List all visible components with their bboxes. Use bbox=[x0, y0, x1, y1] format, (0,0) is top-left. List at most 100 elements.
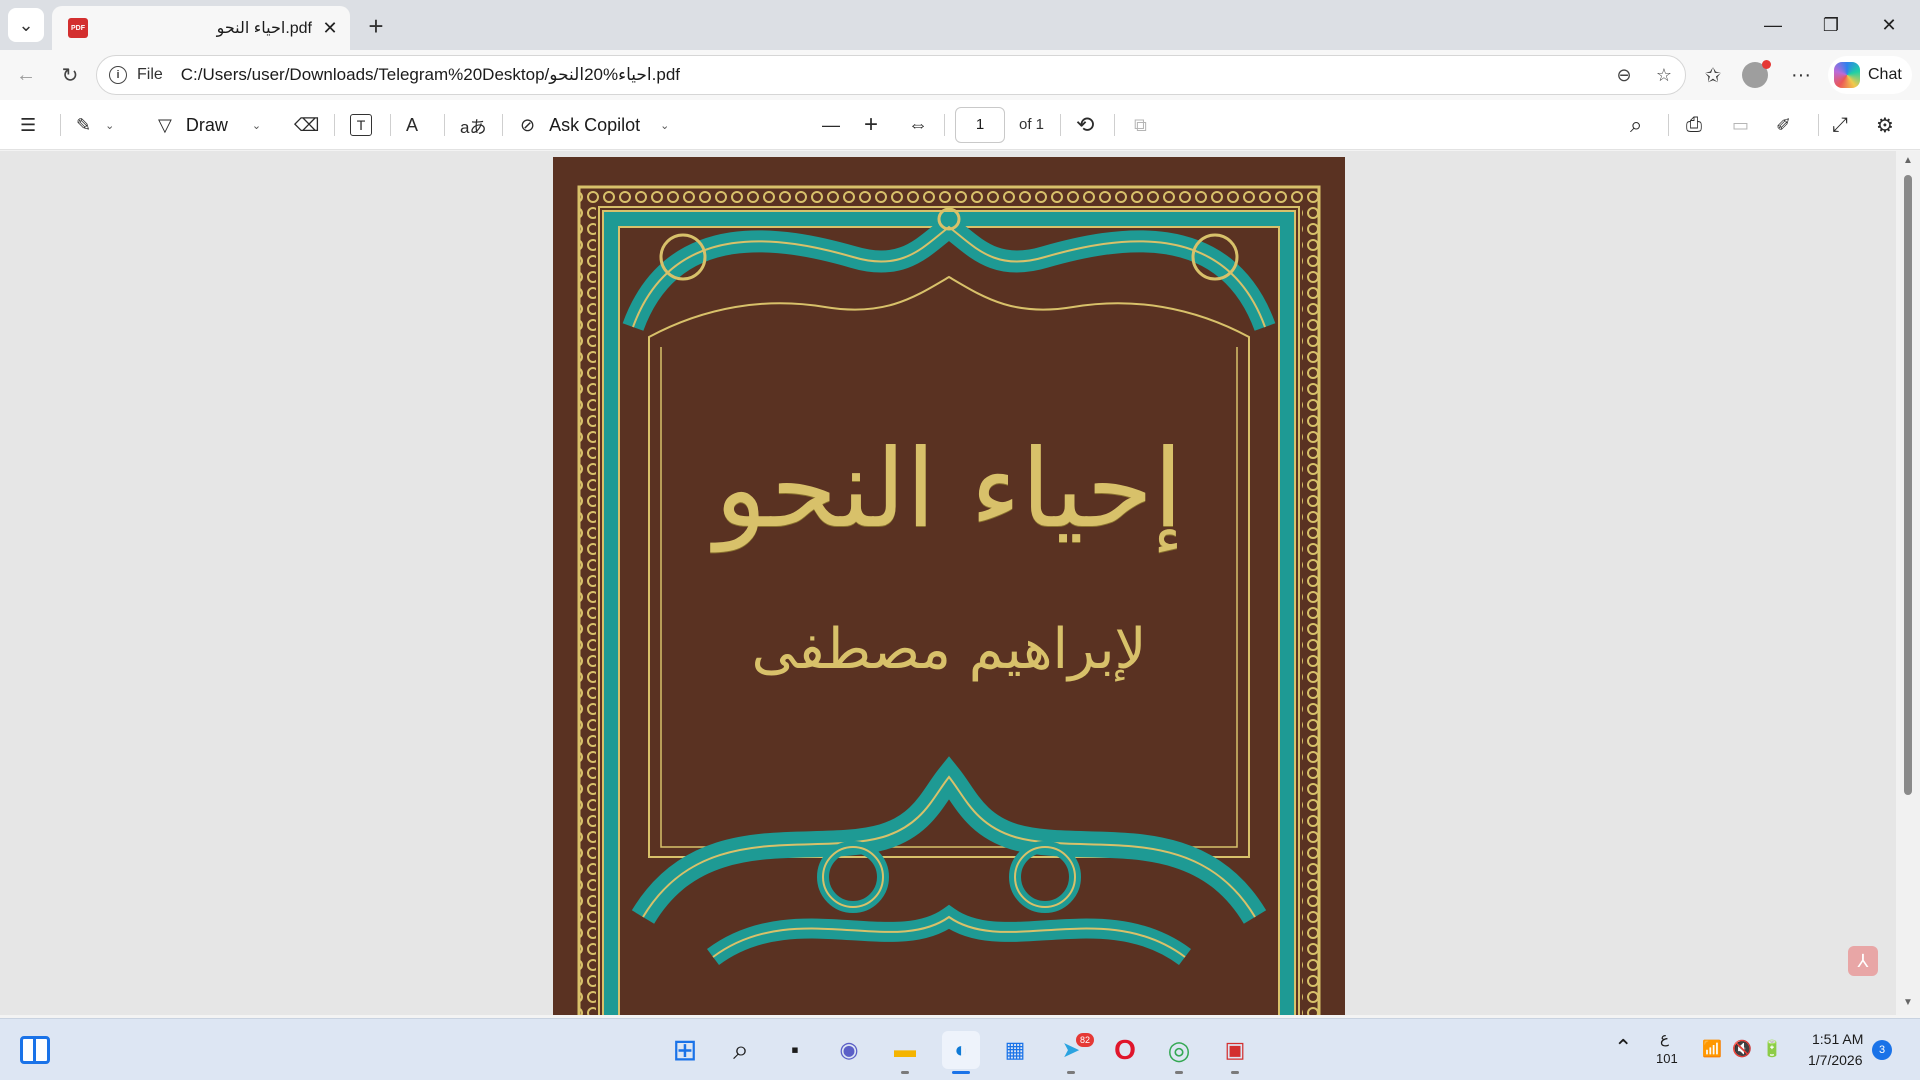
site-info-icon[interactable]: i bbox=[109, 66, 127, 84]
favorite-star-icon[interactable]: ☆ bbox=[1651, 62, 1677, 88]
highlight-button[interactable]: ✎ ⌄ bbox=[76, 110, 114, 140]
windows-start-icon[interactable]: ⊞ bbox=[666, 1031, 704, 1069]
search-icon[interactable]: ⌕ bbox=[722, 1031, 760, 1069]
vertical-scrollbar[interactable]: ▲ ▼ bbox=[1896, 151, 1920, 1015]
clock-time[interactable]: 1:51 AM bbox=[1812, 1031, 1863, 1047]
zoom-in-icon[interactable]: + bbox=[864, 110, 878, 140]
running-indicator bbox=[901, 1071, 909, 1074]
two-page-view-icon[interactable]: ⧉ bbox=[1134, 110, 1147, 140]
toolbar-divider bbox=[334, 114, 335, 136]
profile-alert-dot bbox=[1762, 60, 1771, 69]
save-as-icon[interactable]: ✐ bbox=[1776, 110, 1791, 140]
tray-overflow-chevron-icon[interactable]: ⌃ bbox=[1614, 1035, 1632, 1061]
tab-close-icon[interactable]: ✕ bbox=[320, 18, 340, 38]
input-language-indicator[interactable]: ع bbox=[1660, 1029, 1669, 1047]
add-text-icon[interactable]: T bbox=[350, 114, 372, 136]
address-row: ← ↻ i File C:/Users/user/Downloads/Teleg… bbox=[0, 50, 1920, 100]
toolbar-divider bbox=[1114, 114, 1115, 136]
toolbar-divider bbox=[1060, 114, 1061, 136]
file-explorer-icon[interactable]: ▬ bbox=[886, 1031, 924, 1069]
draw-label: Draw bbox=[185, 114, 228, 135]
input-language-code: 101 bbox=[1656, 1051, 1678, 1066]
ask-copilot-button[interactable]: ⊘ Ask Copilot ⌄ bbox=[520, 110, 669, 140]
scroll-down-arrow-icon[interactable]: ▼ bbox=[1902, 997, 1914, 1009]
eraser-icon[interactable]: ⌫ bbox=[294, 110, 319, 140]
task-view-icon[interactable]: ▪ bbox=[776, 1031, 814, 1069]
copilot-icon: ⊘ bbox=[520, 114, 536, 135]
widgets-icon[interactable] bbox=[20, 1036, 50, 1064]
print-icon[interactable]: ⎙ bbox=[1686, 110, 1702, 140]
acrobat-icon[interactable]: ⅄ bbox=[1848, 946, 1878, 976]
fullscreen-icon[interactable]: ⤢ bbox=[1832, 110, 1848, 140]
toolbar-divider bbox=[502, 114, 503, 136]
settings-gear-icon[interactable]: ⚙ bbox=[1876, 110, 1894, 140]
zoom-icon[interactable]: ⊖ bbox=[1611, 62, 1637, 88]
copilot-logo-icon bbox=[1834, 62, 1860, 88]
fit-to-width-icon[interactable]: ⇔ bbox=[908, 110, 928, 140]
cover-author: لإبراهيم مصطفى bbox=[751, 617, 1147, 682]
scheme-label: File bbox=[137, 66, 163, 83]
draw-icon: ▽ bbox=[158, 114, 172, 135]
pdf-viewer-canvas[interactable]: إحياء النحو لإبراهيم مصطفى bbox=[0, 151, 1920, 1015]
draw-button[interactable]: ▽ Draw ⌄ bbox=[158, 110, 261, 140]
rotate-icon[interactable]: ⟲ bbox=[1076, 110, 1094, 140]
minimize-button[interactable]: — bbox=[1744, 0, 1802, 50]
tab-title: احياء النحو.pdf bbox=[216, 20, 312, 37]
pdf-app-icon[interactable]: ▣ bbox=[1216, 1031, 1254, 1069]
url-text[interactable]: C:/Users/user/Downloads/Telegram%20Deskt… bbox=[181, 65, 680, 85]
running-indicator bbox=[1231, 1071, 1239, 1074]
ask-copilot-label: Ask Copilot bbox=[549, 114, 641, 135]
wifi-icon[interactable]: 📶 bbox=[1702, 1039, 1722, 1059]
back-button[interactable]: ← bbox=[10, 60, 42, 90]
read-aloud-icon[interactable]: A bbox=[406, 110, 418, 140]
chevron-down-icon: ⌄ bbox=[18, 14, 34, 35]
browser-tab-active[interactable]: PDF احياء النحو.pdf ✕ bbox=[52, 6, 350, 50]
new-tab-button[interactable]: + bbox=[360, 10, 392, 42]
chevron-down-icon[interactable]: ⌄ bbox=[105, 119, 114, 132]
edge-icon[interactable]: ◐ bbox=[942, 1031, 980, 1069]
more-options-icon[interactable]: ··· bbox=[1786, 60, 1816, 90]
volume-muted-icon[interactable]: 🔇 bbox=[1732, 1039, 1752, 1059]
chevron-down-icon[interactable]: ⌄ bbox=[252, 119, 261, 132]
restore-button[interactable]: ❐ bbox=[1802, 0, 1860, 50]
toolbar-divider bbox=[390, 114, 391, 136]
clock-date[interactable]: 1/7/2026 bbox=[1808, 1052, 1863, 1068]
active-indicator bbox=[952, 1071, 970, 1074]
address-bar[interactable]: i File C:/Users/user/Downloads/Telegram%… bbox=[96, 55, 1686, 95]
taskbar: ⊞ ⌕ ▪ ◉ ▬ ◐ ▦ ➤ 82 O ◎ ▣ ⌃ ع 101 📶 🔇 🔋 1… bbox=[0, 1018, 1920, 1080]
copilot-chat-button[interactable]: Chat bbox=[1828, 56, 1912, 94]
cover-ornamental-border bbox=[577, 185, 1321, 1015]
scroll-up-arrow-icon[interactable]: ▲ bbox=[1902, 155, 1914, 167]
highlighter-icon: ✎ bbox=[76, 114, 92, 135]
pdf-page-cover[interactable]: إحياء النحو لإبراهيم مصطفى bbox=[553, 157, 1345, 1015]
toolbar-divider bbox=[1818, 114, 1819, 136]
translate-icon[interactable]: aあ bbox=[460, 110, 486, 140]
close-window-button[interactable]: ✕ bbox=[1860, 0, 1918, 50]
opera-icon[interactable]: O bbox=[1106, 1031, 1144, 1069]
table-of-contents-icon[interactable]: ☰ bbox=[20, 110, 36, 140]
tab-strip: ⌄ PDF احياء النحو.pdf ✕ + — ❐ ✕ bbox=[0, 0, 1920, 50]
page-total-label: of 1 bbox=[1019, 116, 1045, 133]
zoom-out-icon[interactable]: — bbox=[822, 110, 840, 140]
pdf-favicon-icon: PDF bbox=[68, 18, 88, 38]
search-icon[interactable]: ⌕ bbox=[1630, 110, 1642, 140]
chat-app-icon[interactable]: ◉ bbox=[830, 1031, 868, 1069]
tab-actions-menu-button[interactable]: ⌄ bbox=[8, 8, 44, 42]
reload-button[interactable]: ↻ bbox=[54, 60, 86, 90]
page-number-input[interactable]: 1 bbox=[955, 107, 1005, 143]
save-icon[interactable]: ▭ bbox=[1732, 110, 1749, 140]
cover-title: إحياء النحو bbox=[714, 427, 1184, 552]
favorites-icon[interactable]: ✩ bbox=[1698, 60, 1728, 90]
notification-count-badge[interactable]: 3 bbox=[1872, 1040, 1892, 1060]
battery-icon[interactable]: 🔋 bbox=[1762, 1039, 1782, 1059]
chevron-down-icon[interactable]: ⌄ bbox=[660, 119, 669, 132]
pdf-toolbar: ☰ ✎ ⌄ ▽ Draw ⌄ ⌫ T A aあ ⊘ Ask Copilot ⌄ … bbox=[0, 100, 1920, 150]
chrome-icon[interactable]: ◎ bbox=[1160, 1031, 1198, 1069]
store-icon[interactable]: ▦ bbox=[996, 1031, 1034, 1069]
running-indicator bbox=[1067, 1071, 1075, 1074]
scroll-thumb[interactable] bbox=[1904, 175, 1912, 795]
toolbar-divider bbox=[60, 114, 61, 136]
chat-label: Chat bbox=[1868, 66, 1902, 83]
toolbar-divider bbox=[1668, 114, 1669, 136]
toolbar-divider bbox=[944, 114, 945, 136]
